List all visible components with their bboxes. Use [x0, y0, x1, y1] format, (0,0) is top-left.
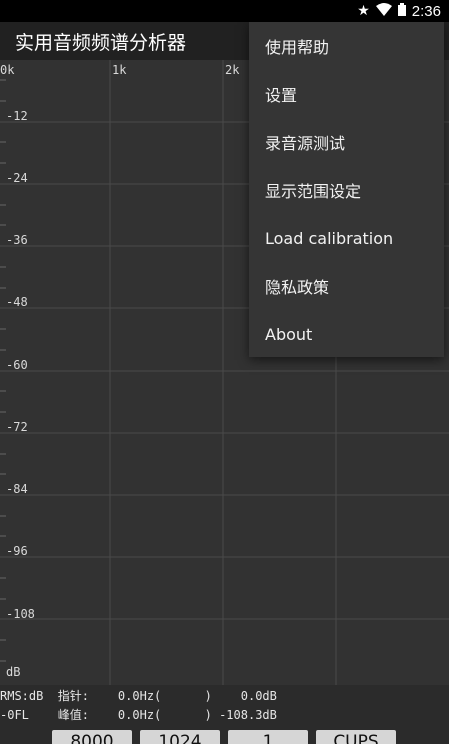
y-tick-label: -72: [6, 420, 28, 434]
x-tick-label: 2k: [225, 63, 240, 77]
menu-item-load-calibration[interactable]: Load calibration: [249, 214, 444, 262]
y-unit-label: dB: [6, 665, 21, 679]
average-button[interactable]: 1: [228, 730, 308, 744]
readout-row-peak: -0FL 峰值: 0.0Hz( ) -108.3dB: [0, 708, 277, 722]
fft-length-button[interactable]: 1024: [140, 730, 220, 744]
x-tick-label: 0k: [0, 63, 15, 77]
sample-rate-button[interactable]: 8000: [52, 730, 132, 744]
readout-row-rms: RMS:dB 指针: 0.0Hz( ) 0.0dB: [0, 689, 277, 703]
x-tick-label: 1k: [112, 63, 127, 77]
menu-item-display-range[interactable]: 显示范围设定: [249, 166, 444, 214]
menu-item-privacy-policy[interactable]: 隐私政策: [249, 262, 444, 310]
star-icon: ★: [357, 3, 370, 19]
app-title: 实用音频频谱分析器: [15, 32, 187, 54]
y-tick-label: -24: [6, 171, 28, 185]
y-tick-label: -108: [6, 607, 35, 621]
y-tick-label: -84: [6, 482, 28, 496]
battery-icon: [397, 2, 406, 20]
y-tick-label: -48: [6, 295, 28, 309]
menu-item-help[interactable]: 使用帮助: [249, 22, 444, 70]
control-buttons: 8000 1024 1 CUPS: [0, 726, 449, 744]
readout-panel: RMS:dB 指针: 0.0Hz( ) 0.0dB -0FL 峰值: 0.0Hz…: [0, 685, 449, 725]
y-tick-label: -36: [6, 233, 28, 247]
wifi-icon: [375, 2, 392, 20]
menu-item-about[interactable]: About: [249, 310, 444, 358]
overflow-menu: 使用帮助 设置 录音源测试 显示范围设定 Load calibration 隐私…: [249, 22, 444, 357]
y-tick-label: -60: [6, 358, 28, 372]
status-bar: ★ 2:36: [0, 0, 449, 22]
mode-button[interactable]: CUPS: [316, 730, 396, 744]
y-tick-label: -12: [6, 109, 28, 123]
menu-item-settings[interactable]: 设置: [249, 70, 444, 118]
status-time: 2:36: [411, 2, 441, 20]
y-tick-label: -96: [6, 544, 28, 558]
status-icons: ★ 2:36: [357, 0, 441, 22]
menu-item-source-test[interactable]: 录音源测试: [249, 118, 444, 166]
